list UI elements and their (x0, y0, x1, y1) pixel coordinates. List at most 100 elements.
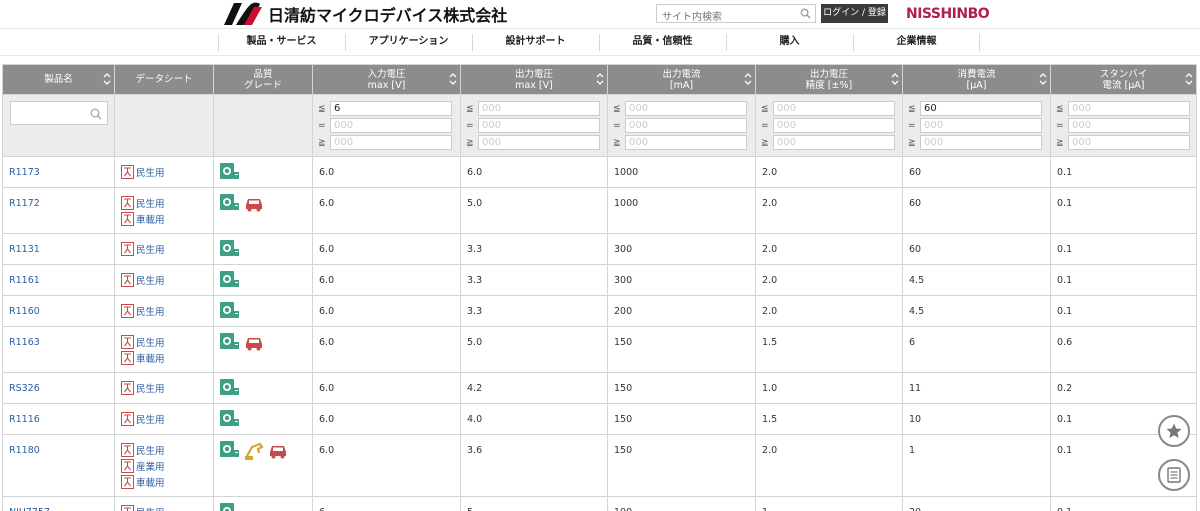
login-button[interactable]: ログイン / 登録 (821, 4, 888, 23)
site-search[interactable] (656, 4, 816, 26)
filter-input[interactable]: 000 (478, 118, 600, 133)
datasheet-label: 民生用 (136, 338, 165, 349)
table-row[interactable]: R1131 民生用 6.0 3.3 300 2.0 60 0.1 (2, 233, 1197, 265)
sort-chevron-icon[interactable] (1039, 72, 1047, 86)
table-row[interactable]: R1172 民生用 車載用 6.0 5.0 1000 2.0 60 0.1 (2, 187, 1197, 234)
filter-input[interactable]: 000 (625, 101, 747, 116)
nav-item-purchase[interactable]: 購入 (726, 29, 853, 56)
column-header[interactable]: 消費電流 [μA] (902, 64, 1051, 95)
datasheet-link[interactable]: 車載用 (121, 474, 213, 490)
company-logo[interactable]: 日清紡マイクロデバイス株式会社 (220, 1, 507, 27)
datasheet-link[interactable]: 民生用 (121, 195, 213, 211)
nav-item-quality[interactable]: 品質・信頼性 (599, 29, 726, 56)
product-name-filter[interactable] (10, 101, 108, 125)
site-search-input[interactable] (657, 9, 797, 26)
datasheet-link[interactable]: 民生用 (121, 241, 213, 257)
filter-input[interactable]: 60 (920, 101, 1042, 116)
column-header[interactable]: 製品名 (2, 64, 115, 95)
filter-cell-accuracy: ≦ 000 = 000 ≧ 000 (755, 94, 903, 157)
datasheet-link[interactable]: 民生用 (121, 164, 213, 180)
product-name-link[interactable]: R1180 (2, 434, 115, 497)
sort-chevron-icon[interactable] (1185, 72, 1193, 86)
pdf-icon (121, 273, 134, 287)
favorite-button[interactable] (1158, 415, 1190, 447)
filter-input[interactable]: 000 (330, 135, 452, 150)
table-row[interactable]: R1116 民生用 6.0 4.0 150 1.5 10 0.1 (2, 403, 1197, 435)
sort-chevron-icon[interactable] (103, 72, 111, 86)
column-header[interactable]: 品質 グレード (213, 64, 313, 95)
filter-operator: ≦ (466, 103, 474, 114)
filter-input[interactable]: 000 (773, 135, 895, 150)
product-name-link[interactable]: R1172 (2, 187, 115, 234)
search-icon[interactable] (90, 108, 102, 120)
nav-item-design-support[interactable]: 設計サポート (472, 29, 599, 56)
sort-chevron-icon[interactable] (449, 72, 457, 86)
search-icon[interactable] (800, 8, 811, 19)
accuracy-cell: 1 (755, 496, 903, 511)
filter-input[interactable]: 000 (773, 118, 895, 133)
filter-input[interactable]: 000 (773, 101, 895, 116)
product-name-link[interactable]: R1160 (2, 295, 115, 327)
datasheet-link[interactable]: 民生用 (121, 334, 213, 350)
datasheet-link[interactable]: 産業用 (121, 458, 213, 474)
nav-item-products[interactable]: 製品・サービス (218, 29, 345, 56)
filter-range-row: ≦ 60 (908, 100, 1050, 117)
sort-chevron-icon[interactable] (596, 72, 604, 86)
product-name-link[interactable]: R1161 (2, 264, 115, 296)
product-name-link[interactable]: NJU7757 (2, 496, 115, 511)
consumer-grade-icon (220, 379, 239, 395)
table-row[interactable]: R1180 民生用 産業用 車載用 6.0 3.6 150 2.0 1 0.1 (2, 434, 1197, 497)
filter-input[interactable]: 000 (478, 101, 600, 116)
filter-cell-input-voltage: ≦ 6 = 000 ≧ 000 (312, 94, 461, 157)
table-row[interactable]: R1160 民生用 6.0 3.3 200 2.0 4.5 0.1 (2, 295, 1197, 327)
column-header[interactable]: 出力電流 [mA] (607, 64, 756, 95)
brand-logo[interactable]: NISSHINBO (906, 6, 990, 22)
column-header-unit: グレード (243, 79, 282, 91)
compare-list-button[interactable] (1158, 459, 1190, 491)
filter-input[interactable]: 000 (920, 118, 1042, 133)
filter-input[interactable]: 000 (920, 135, 1042, 150)
column-header[interactable]: 入力電圧 max [V] (312, 64, 461, 95)
product-name-link[interactable]: RS326 (2, 372, 115, 404)
datasheet-link[interactable]: 民生用 (121, 303, 213, 319)
consumer-grade-icon (220, 410, 239, 426)
datasheet-link[interactable]: 民生用 (121, 411, 213, 427)
filter-input[interactable]: 000 (625, 135, 747, 150)
column-header-unit: [mA] (669, 79, 694, 91)
output-current-cell: 1000 (607, 156, 756, 188)
filter-range-row: ≧ 000 (466, 134, 607, 151)
filter-input[interactable]: 000 (1068, 101, 1190, 116)
filter-input[interactable]: 000 (1068, 118, 1190, 133)
product-name-link[interactable]: R1173 (2, 156, 115, 188)
column-header[interactable]: 出力電圧 精度 [±%] (755, 64, 903, 95)
nav-item-company[interactable]: 企業情報 (853, 29, 980, 56)
filter-input[interactable]: 6 (330, 101, 452, 116)
column-header[interactable]: データシート (114, 64, 214, 95)
datasheet-link[interactable]: 民生用 (121, 442, 213, 458)
table-row[interactable]: R1163 民生用 車載用 6.0 5.0 150 1.5 6 0.6 (2, 326, 1197, 373)
table-row[interactable]: RS326 民生用 6.0 4.2 150 1.0 11 0.2 (2, 372, 1197, 404)
product-name-link[interactable]: R1131 (2, 233, 115, 265)
datasheet-link[interactable]: 車載用 (121, 211, 213, 227)
table-row[interactable]: R1173 民生用 6.0 6.0 1000 2.0 60 0.1 (2, 156, 1197, 188)
table-row[interactable]: NJU7757 民生用 651001200.1 (2, 496, 1197, 511)
column-header-label: 製品名 (44, 74, 73, 85)
datasheet-link[interactable]: 車載用 (121, 350, 213, 366)
filter-input[interactable]: 000 (330, 118, 452, 133)
column-header[interactable]: 出力電圧 max [V] (460, 64, 608, 95)
nav-item-applications[interactable]: アプリケーション (345, 29, 472, 56)
datasheet-link[interactable]: 民生用 (121, 504, 213, 511)
sort-chevron-icon[interactable] (744, 72, 752, 86)
table-row[interactable]: R1161 民生用 6.0 3.3 300 2.0 4.5 0.1 (2, 264, 1197, 296)
accuracy-cell: 1.0 (755, 372, 903, 404)
filter-input[interactable]: 000 (478, 135, 600, 150)
product-name-link[interactable]: R1116 (2, 403, 115, 435)
sort-chevron-icon[interactable] (891, 72, 899, 86)
datasheet-link[interactable]: 民生用 (121, 272, 213, 288)
datasheet-link[interactable]: 民生用 (121, 380, 213, 396)
filter-input[interactable]: 000 (625, 118, 747, 133)
product-name-link[interactable]: R1163 (2, 326, 115, 373)
quality-grade-cell (213, 264, 313, 296)
filter-input[interactable]: 000 (1068, 135, 1190, 150)
column-header[interactable]: スタンバイ 電流 [μA] (1050, 64, 1197, 95)
